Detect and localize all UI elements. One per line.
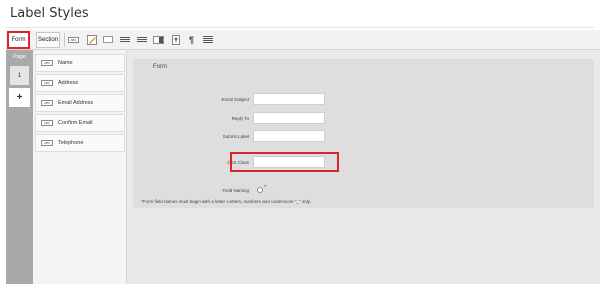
form-settings-panel: Form Email Subject Reply To Submit Label… bbox=[133, 59, 594, 208]
submit-label-row: Submit Label bbox=[133, 130, 594, 142]
abc-text-icon[interactable]: ABC bbox=[68, 34, 79, 45]
abc-field-icon: ABC bbox=[41, 100, 53, 106]
field-item-confirm-email[interactable]: ABC Confirm Email bbox=[35, 114, 125, 132]
submit-label-label: Submit Label bbox=[222, 133, 249, 139]
field-label: Name bbox=[58, 60, 73, 66]
file-upload-icon[interactable] bbox=[170, 34, 181, 45]
form-settings-area: Form Email Subject Reply To Submit Label… bbox=[127, 50, 600, 284]
email-subject-input[interactable] bbox=[253, 93, 325, 105]
reply-to-input[interactable] bbox=[253, 112, 325, 124]
panel-title: Form bbox=[153, 64, 167, 70]
field-item-email-address[interactable]: ABC Email Address bbox=[35, 94, 125, 112]
paragraph-icon[interactable]: ¶ bbox=[186, 34, 197, 45]
abc-field-icon: ABC bbox=[41, 80, 53, 86]
page-label: Page bbox=[13, 54, 26, 60]
add-page-button[interactable]: + bbox=[9, 88, 30, 107]
field-label: Email Address bbox=[58, 100, 94, 106]
field-list: ABC Name ABC Address ABC Email Address A… bbox=[33, 50, 127, 284]
css-class-highlight bbox=[230, 152, 339, 172]
textarea-icon[interactable] bbox=[202, 34, 213, 45]
css-class-row: CSS Class bbox=[133, 156, 594, 168]
toolbar: Form Section ABC ¶ bbox=[6, 30, 600, 50]
list-icon[interactable] bbox=[119, 34, 130, 45]
checklist-lines bbox=[136, 37, 147, 42]
field-naming-note: *Form field names must begin with a lett… bbox=[141, 199, 311, 204]
reply-to-row: Reply To bbox=[133, 112, 594, 124]
field-naming-label: Field Naming bbox=[222, 187, 249, 193]
checklist-icon[interactable] bbox=[136, 34, 147, 45]
abc-glyph: ABC bbox=[68, 36, 79, 43]
field-item-name[interactable]: ABC Name bbox=[35, 54, 125, 72]
email-subject-row: Email Subject bbox=[133, 93, 594, 105]
reply-to-label: Reply To bbox=[231, 115, 249, 121]
page-1-button[interactable]: 1 bbox=[10, 66, 29, 85]
form-button[interactable]: Form bbox=[7, 31, 30, 49]
field-item-address[interactable]: ABC Address bbox=[35, 74, 125, 92]
textarea-lines bbox=[202, 36, 213, 43]
field-naming-asterisk: * bbox=[264, 185, 267, 191]
abc-field-icon: ABC bbox=[41, 120, 53, 126]
submit-label-input[interactable] bbox=[253, 130, 325, 142]
dropdown-icon[interactable] bbox=[153, 34, 164, 45]
page-title: Label Styles bbox=[10, 6, 89, 21]
field-label: Address bbox=[58, 80, 79, 86]
abc-field-icon: ABC bbox=[41, 140, 53, 146]
field-label: Confirm Email bbox=[58, 120, 93, 126]
edit-pencil-icon[interactable] bbox=[86, 34, 97, 45]
field-label: Telephone bbox=[58, 140, 84, 146]
form-builder: Form Section ABC ¶ Page 1 + ABC Name ABC… bbox=[6, 30, 600, 284]
textbox-icon[interactable] bbox=[102, 34, 113, 45]
textbox-shape bbox=[102, 36, 113, 43]
toolbar-divider bbox=[64, 33, 65, 47]
field-naming-radio[interactable] bbox=[257, 187, 263, 193]
title-divider bbox=[6, 27, 594, 28]
list-lines bbox=[119, 37, 130, 42]
page-column: Page 1 + bbox=[6, 50, 33, 284]
field-item-telephone[interactable]: ABC Telephone bbox=[35, 134, 125, 152]
section-button[interactable]: Section bbox=[36, 32, 60, 48]
field-naming-row: Field Naming bbox=[133, 184, 594, 196]
email-subject-label: Email Subject bbox=[221, 96, 249, 102]
abc-field-icon: ABC bbox=[41, 60, 53, 66]
